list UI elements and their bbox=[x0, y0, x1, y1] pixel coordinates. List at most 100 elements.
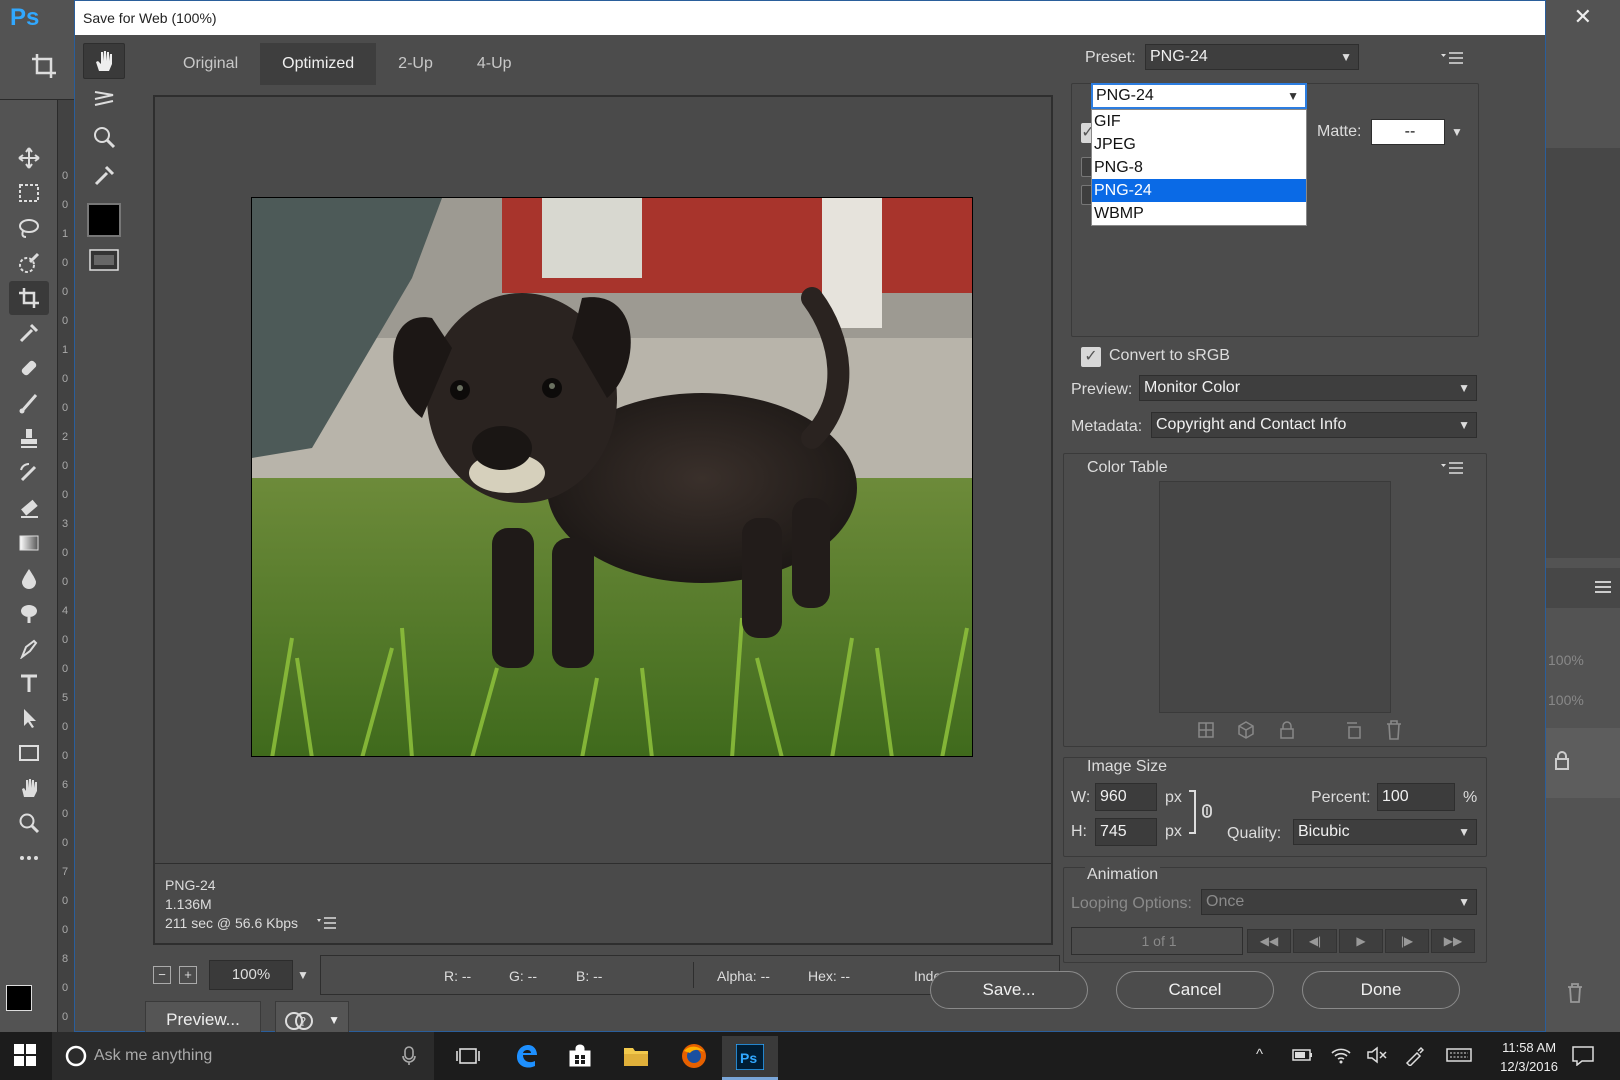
microphone-icon[interactable] bbox=[402, 1046, 416, 1066]
healing-brush-tool-icon[interactable] bbox=[9, 351, 49, 385]
color-table[interactable] bbox=[1159, 481, 1391, 713]
cube-icon[interactable] bbox=[1237, 721, 1255, 739]
zoom-tool-icon[interactable] bbox=[9, 806, 49, 840]
format-option-wbmp[interactable]: WBMP bbox=[1092, 202, 1306, 225]
trash-icon[interactable] bbox=[1566, 983, 1584, 1003]
preview-canvas[interactable]: PNG-24 1.136M 211 sec @ 56.6 Kbps bbox=[153, 95, 1053, 945]
tab-2-up[interactable]: 2-Up bbox=[376, 43, 455, 85]
eyedropper-tool-icon[interactable] bbox=[83, 157, 125, 193]
zoom-out-button[interactable]: − bbox=[153, 966, 171, 984]
edge-browser-icon[interactable] bbox=[512, 1042, 540, 1070]
pen-tool-icon[interactable] bbox=[9, 631, 49, 665]
crop-tool-icon[interactable] bbox=[9, 281, 49, 315]
ruler-tick: 0 bbox=[62, 286, 69, 298]
system-clock[interactable]: 11:58 AM 12/3/2016 bbox=[1500, 1038, 1558, 1076]
chevron-down-icon[interactable]: ▼ bbox=[1451, 125, 1463, 139]
link-constrain-icon[interactable] bbox=[1187, 787, 1217, 837]
foreground-color-swatch[interactable] bbox=[6, 985, 32, 1011]
first-frame-button[interactable]: ◀◀ bbox=[1247, 929, 1291, 953]
firefox-icon[interactable] bbox=[680, 1042, 708, 1070]
looping-options-select[interactable]: Once ▼ bbox=[1201, 889, 1477, 915]
previous-frame-button[interactable]: ◀| bbox=[1293, 929, 1337, 953]
wifi-icon[interactable] bbox=[1330, 1046, 1352, 1064]
percent-field[interactable]: 100 bbox=[1377, 783, 1455, 811]
ruler-tick: 1 bbox=[62, 344, 69, 356]
format-option-png-24[interactable]: PNG-24 bbox=[1092, 179, 1306, 202]
stamp-tool-icon[interactable] bbox=[9, 421, 49, 455]
next-frame-button[interactable]: |▶ bbox=[1385, 929, 1429, 953]
type-tool-icon[interactable] bbox=[9, 666, 49, 700]
eraser-tool-icon[interactable] bbox=[9, 491, 49, 525]
preset-select[interactable]: PNG-24 ▼ bbox=[1145, 44, 1359, 70]
taskbar-search[interactable]: Ask me anything bbox=[52, 1032, 434, 1080]
chevron-up-icon[interactable]: ^ bbox=[1256, 1046, 1263, 1063]
lock-icon[interactable] bbox=[1279, 721, 1295, 739]
lasso-tool-icon[interactable] bbox=[9, 211, 49, 245]
crop-icon[interactable] bbox=[30, 52, 58, 80]
file-explorer-icon[interactable] bbox=[622, 1042, 650, 1070]
rectangle-tool-icon[interactable] bbox=[9, 736, 49, 770]
zoom-tool-icon[interactable] bbox=[83, 119, 125, 155]
width-field[interactable]: 960 bbox=[1095, 783, 1157, 811]
ruler-tick: 3 bbox=[62, 518, 69, 530]
last-frame-button[interactable]: ▶▶ bbox=[1431, 929, 1475, 953]
optimize-menu-icon[interactable] bbox=[1441, 51, 1465, 65]
tab-4-up[interactable]: 4-Up bbox=[455, 43, 534, 85]
volume-muted-icon[interactable] bbox=[1366, 1046, 1388, 1064]
matte-color-swatch[interactable]: -- bbox=[1371, 119, 1445, 145]
gradient-tool-icon[interactable] bbox=[9, 526, 49, 560]
keyboard-icon[interactable] bbox=[1446, 1048, 1472, 1062]
eyedropper-tool-icon[interactable] bbox=[9, 316, 49, 350]
photoshop-taskbar-button[interactable]: Ps bbox=[722, 1036, 778, 1080]
tab-original[interactable]: Original bbox=[161, 43, 260, 85]
ruler-tick: 0 bbox=[62, 460, 69, 472]
eyedropper-color-swatch[interactable] bbox=[87, 203, 121, 237]
done-button[interactable]: Done bbox=[1302, 971, 1460, 1009]
zoom-in-button[interactable]: + bbox=[179, 966, 197, 984]
dodge-tool-icon[interactable] bbox=[9, 596, 49, 630]
hand-tool-icon[interactable] bbox=[83, 43, 125, 79]
web-snap-icon[interactable] bbox=[1197, 721, 1215, 739]
move-tool-icon[interactable] bbox=[9, 141, 49, 175]
store-icon[interactable] bbox=[566, 1042, 594, 1070]
pen-ink-icon[interactable] bbox=[1404, 1046, 1424, 1066]
cancel-button[interactable]: Cancel bbox=[1116, 971, 1274, 1009]
convert-srgb-checkbox[interactable]: ✓ bbox=[1081, 347, 1101, 367]
brush-tool-icon[interactable] bbox=[9, 386, 49, 420]
panel-menu-icon[interactable] bbox=[1594, 580, 1612, 594]
trash-icon[interactable] bbox=[1385, 720, 1403, 740]
more-tools-icon[interactable] bbox=[9, 841, 49, 875]
chevron-down-icon[interactable]: ▼ bbox=[293, 960, 313, 990]
height-field[interactable]: 745 bbox=[1095, 818, 1157, 846]
format-option-png-8[interactable]: PNG-8 bbox=[1092, 156, 1306, 179]
lock-icon[interactable] bbox=[1554, 750, 1570, 770]
tab-optimized[interactable]: Optimized bbox=[260, 43, 377, 85]
chevron-down-icon: ▼ bbox=[1287, 89, 1299, 103]
format-option-jpeg[interactable]: JPEG bbox=[1092, 133, 1306, 156]
color-table-menu-icon[interactable] bbox=[1441, 461, 1465, 475]
save-button[interactable]: Save... bbox=[930, 971, 1088, 1009]
info-menu-icon[interactable] bbox=[317, 916, 337, 930]
history-brush-tool-icon[interactable] bbox=[9, 456, 49, 490]
new-color-icon[interactable] bbox=[1345, 721, 1363, 739]
battery-icon[interactable] bbox=[1292, 1048, 1314, 1062]
play-button[interactable]: ▶ bbox=[1339, 929, 1383, 953]
metadata-select[interactable]: Copyright and Contact Info ▼ bbox=[1151, 412, 1477, 438]
path-select-tool-icon[interactable] bbox=[9, 701, 49, 735]
close-icon[interactable]: ✕ bbox=[1574, 4, 1592, 30]
slice-select-tool-icon[interactable] bbox=[83, 81, 125, 117]
hand-tool-icon[interactable] bbox=[9, 771, 49, 805]
windows-start-icon[interactable] bbox=[14, 1044, 36, 1066]
toggle-slices-icon[interactable] bbox=[83, 245, 125, 275]
zoom-level-field[interactable]: 100% bbox=[209, 960, 293, 990]
browser-preview-icon: ? bbox=[285, 1012, 313, 1030]
file-format-select[interactable]: PNG-24 ▼ bbox=[1091, 83, 1307, 109]
quick-select-tool-icon[interactable] bbox=[9, 246, 49, 280]
preview-select[interactable]: Monitor Color ▼ bbox=[1139, 375, 1477, 401]
format-option-gif[interactable]: GIF bbox=[1092, 110, 1306, 133]
task-view-icon[interactable] bbox=[454, 1042, 482, 1070]
marquee-tool-icon[interactable] bbox=[9, 176, 49, 210]
quality-select[interactable]: Bicubic ▼ bbox=[1293, 819, 1477, 845]
action-center-icon[interactable] bbox=[1572, 1046, 1594, 1066]
blur-tool-icon[interactable] bbox=[9, 561, 49, 595]
